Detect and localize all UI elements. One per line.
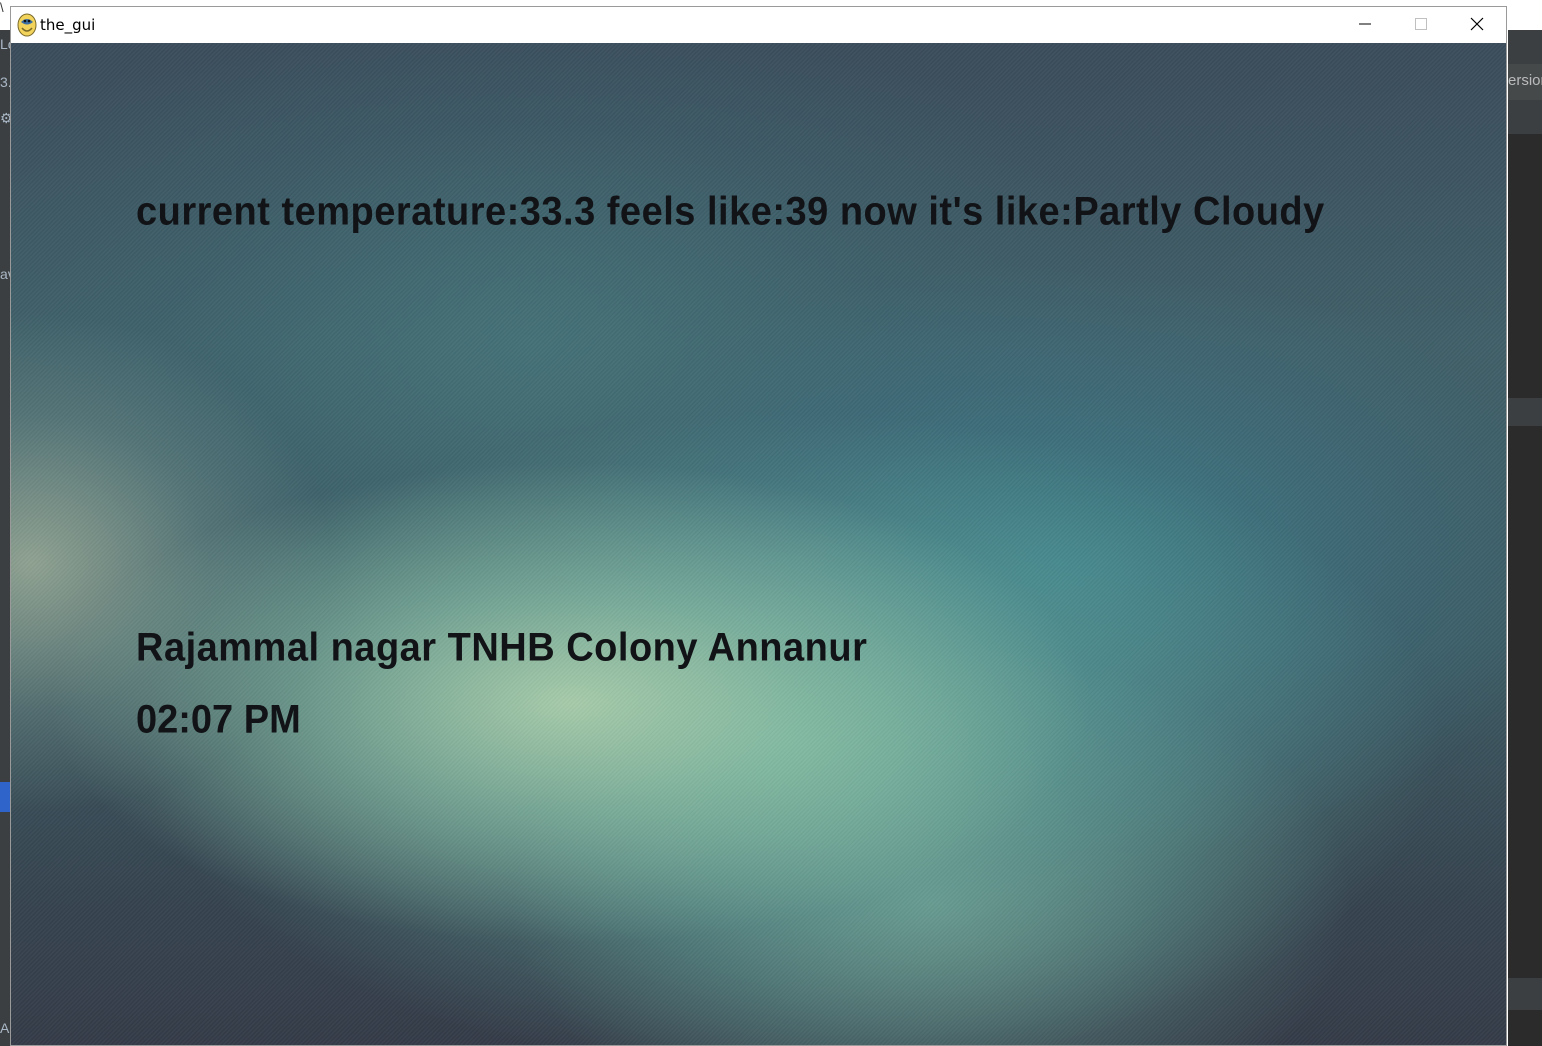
- ide-status-strip: [1508, 978, 1542, 1010]
- title-bar[interactable]: the_gui: [11, 7, 1506, 43]
- ide-divider: [1508, 398, 1542, 426]
- window-title: the_gui: [40, 16, 96, 34]
- ide-tab-strip: ersion: [1508, 64, 1542, 100]
- maximize-button[interactable]: [1393, 7, 1449, 41]
- app-window: the_gui current temperature:33.3 feels l…: [10, 6, 1507, 1046]
- weather-display-area: current temperature:33.3 feels like:39 n…: [11, 43, 1506, 1045]
- background-window-edge: \: [0, 0, 4, 15]
- ide-selection-strip: [0, 782, 10, 812]
- time-label: 02:07 PM: [136, 697, 301, 743]
- ide-tab-label[interactable]: ersion: [1508, 72, 1542, 89]
- background-ide-right-edge: ersion: [1508, 30, 1542, 1046]
- minimize-button[interactable]: [1337, 7, 1393, 41]
- minimize-icon: [1359, 23, 1371, 25]
- ide-panel-header: [1508, 100, 1542, 134]
- background-ide-left-edge: Lo 3.p ⚙ av A1: [0, 30, 19, 1046]
- close-icon: [1470, 17, 1484, 31]
- ide-toolbar: [1508, 30, 1542, 64]
- location-label: Rajammal nagar TNHB Colony Annanur: [136, 625, 868, 671]
- weather-info-label: current temperature:33.3 feels like:39 n…: [136, 189, 1325, 235]
- maximize-icon: [1415, 18, 1427, 30]
- close-button[interactable]: [1449, 7, 1505, 41]
- python-snake-icon: [16, 13, 38, 37]
